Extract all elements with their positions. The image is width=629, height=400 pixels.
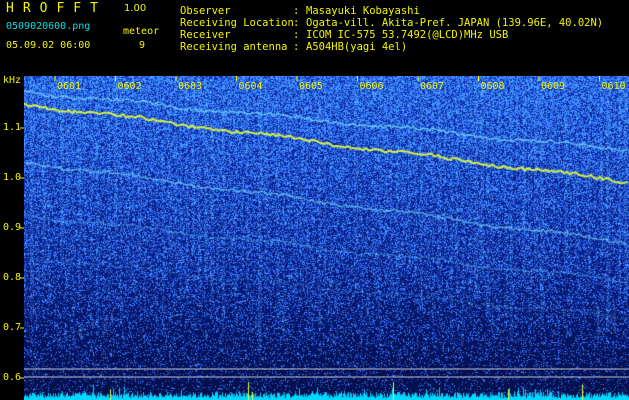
freq-unit-label: kHz [3, 75, 22, 86]
time-tick-label: 0602 [117, 81, 142, 92]
freq-tick-label: 1.0 [3, 172, 22, 183]
time-tick-label: 0605 [299, 81, 324, 92]
time-tick-label: 0604 [238, 81, 263, 92]
freq-tick-label: 0.6 [3, 372, 22, 383]
time-tick-label: 0601 [57, 81, 82, 92]
time-tick-label: 0603 [178, 81, 203, 92]
time-tick-label: 0610 [601, 81, 626, 92]
hrofft-screen: HROFFT 1.00 0509020600.png 05.09.02 06:0… [0, 0, 629, 400]
freq-tick-label: 1.1 [3, 122, 22, 133]
time-tick-label: 0606 [359, 81, 384, 92]
freq-tick-label: 0.7 [3, 322, 22, 333]
time-tick-label: 0607 [420, 81, 445, 92]
spectrogram-axes [20, 76, 629, 379]
time-tick-label: 0609 [541, 81, 566, 92]
time-tick-label: 0608 [480, 81, 505, 92]
freq-tick-label: 0.9 [3, 222, 22, 233]
freq-tick-label: 0.8 [3, 272, 22, 283]
